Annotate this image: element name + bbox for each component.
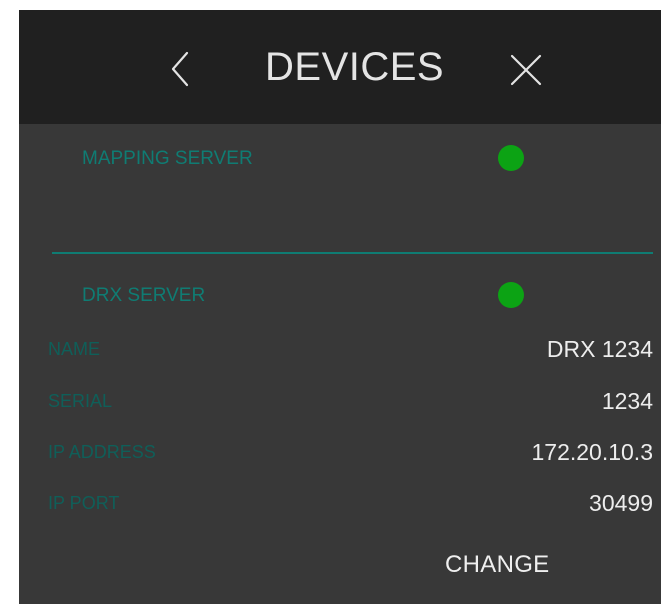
ip-port-label: IP PORT <box>48 493 120 513</box>
ip-address-label: IP ADDRESS <box>48 442 156 462</box>
close-button[interactable] <box>509 53 543 87</box>
ip-address-value: 172.20.10.3 <box>531 439 653 465</box>
name-value: DRX 1234 <box>546 336 653 362</box>
chevron-left-icon <box>171 51 189 87</box>
page-title: DEVICES <box>265 45 445 89</box>
mapping-server-label: MAPPING SERVER <box>82 148 253 169</box>
back-button[interactable] <box>167 49 193 89</box>
header-bar: DEVICES <box>19 10 661 124</box>
serial-label: SERIAL <box>48 391 113 411</box>
drx-server-label: DRX SERVER <box>82 285 206 306</box>
serial-value: 1234 <box>601 388 653 414</box>
section-divider <box>52 252 653 254</box>
drx-server-status-indicator <box>498 282 524 308</box>
ip-port-value: 30499 <box>589 490 653 516</box>
change-button[interactable]: CHANGE <box>445 547 549 583</box>
devices-panel: DEVICES MAPPING SERVER DRX SERVER NAME D… <box>19 10 661 604</box>
name-label: NAME <box>48 339 101 359</box>
mapping-server-status-indicator <box>498 145 524 171</box>
close-icon <box>510 54 542 86</box>
